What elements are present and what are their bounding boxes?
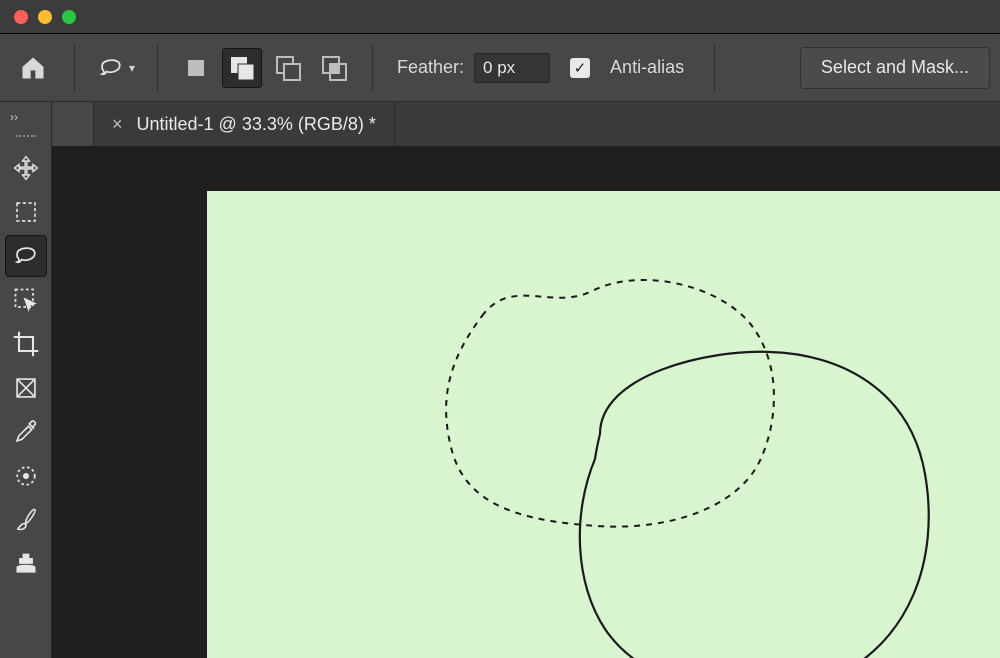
antialias-checkbox[interactable]: ✓ (570, 58, 590, 78)
close-tab-icon[interactable]: × (112, 114, 123, 135)
move-tool[interactable] (5, 147, 47, 189)
home-button[interactable] (10, 45, 56, 91)
feather-control: Feather: (397, 53, 550, 83)
canvas-viewport[interactable] (52, 146, 1000, 658)
brush-tool-icon (12, 506, 40, 534)
lasso-tool[interactable] (5, 235, 47, 277)
eyedropper-tool-icon (13, 419, 39, 445)
frame-tool-icon (13, 375, 39, 401)
lasso-tool-icon (12, 242, 40, 270)
chevron-down-icon: ▾ (129, 61, 135, 75)
selection-mode-subtract[interactable] (268, 48, 308, 88)
feather-input[interactable] (474, 53, 550, 83)
options-bar: ▾ Feather: ✓ Anti-alias Select and Mas (0, 34, 1000, 102)
expand-panel-button[interactable]: ›› (0, 106, 51, 128)
clone-stamp-tool[interactable] (5, 543, 47, 585)
brush-tool[interactable] (5, 499, 47, 541)
separator (74, 44, 75, 92)
document-tab-bar: × Untitled-1 @ 33.3% (RGB/8) * (52, 102, 1000, 146)
spot-healing-brush-tool-icon (12, 462, 40, 490)
selection-mode-group (176, 48, 354, 88)
lasso-draw-path (560, 344, 950, 658)
select-and-mask-button[interactable]: Select and Mask... (800, 47, 990, 89)
window-zoom-button[interactable] (62, 10, 76, 24)
spot-healing-tool[interactable] (5, 455, 47, 497)
clone-stamp-tool-icon (12, 550, 40, 578)
canvas[interactable] (207, 191, 1000, 658)
document-tab[interactable]: × Untitled-1 @ 33.3% (RGB/8) * (94, 102, 395, 146)
window-close-button[interactable] (14, 10, 28, 24)
rectangular-marquee-tool-icon (13, 199, 39, 225)
feather-label: Feather: (397, 57, 464, 78)
antialias-label: Anti-alias (610, 57, 684, 78)
window-minimize-button[interactable] (38, 10, 52, 24)
selection-mode-new[interactable] (176, 48, 216, 88)
window-titlebar (0, 0, 1000, 34)
selection-mode-add[interactable] (222, 48, 262, 88)
marquee-tool[interactable] (5, 191, 47, 233)
object-selection-tool[interactable] (5, 279, 47, 321)
crop-tool-icon (12, 330, 40, 358)
panel-grip[interactable] (11, 131, 41, 141)
separator (157, 44, 158, 92)
tab-gutter (52, 102, 94, 146)
move-tool-icon (12, 154, 40, 182)
object-selection-tool-icon (12, 286, 40, 314)
tools-panel: ›› (0, 102, 52, 658)
document-tab-title: Untitled-1 @ 33.3% (RGB/8) * (137, 114, 376, 135)
frame-tool[interactable] (5, 367, 47, 409)
separator (714, 44, 715, 92)
current-tool-indicator[interactable]: ▾ (93, 45, 139, 91)
eyedropper-tool[interactable] (5, 411, 47, 453)
separator (372, 44, 373, 92)
crop-tool[interactable] (5, 323, 47, 365)
selection-mode-intersect[interactable] (314, 48, 354, 88)
